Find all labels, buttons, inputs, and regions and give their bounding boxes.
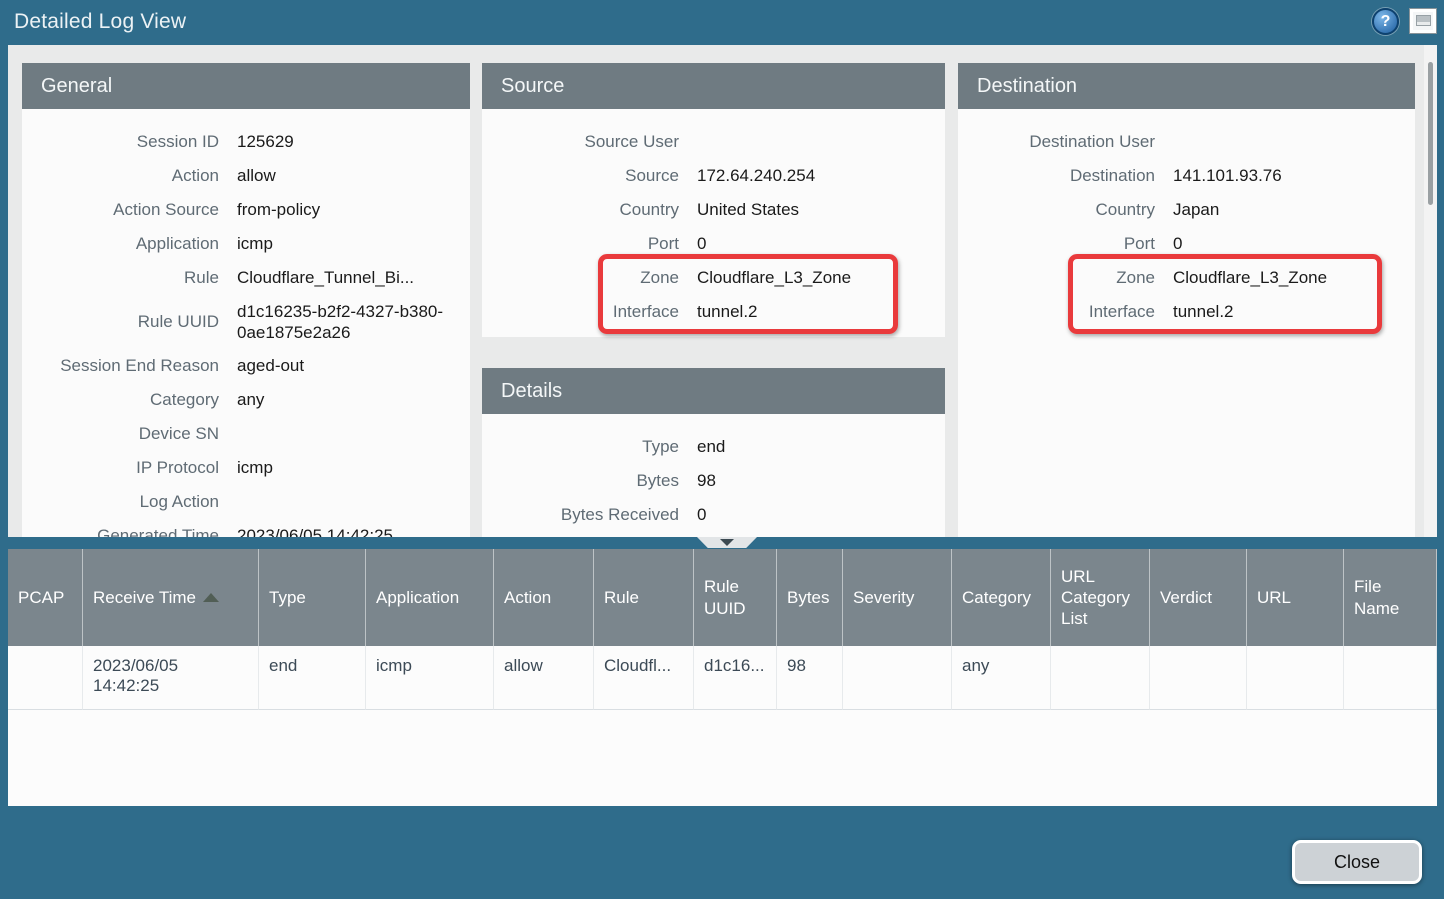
page-title: Detailed Log View xyxy=(14,10,186,34)
column-header-pcap[interactable]: PCAP xyxy=(8,549,83,646)
field-destination-country: CountryJapan xyxy=(958,193,1415,227)
details-panel: Details Typeend Bytes98 Bytes Received0 xyxy=(482,368,945,537)
cell-type: end xyxy=(259,646,366,710)
cell-file-name xyxy=(1344,646,1437,710)
cell-url-category-list xyxy=(1051,646,1150,710)
column-header-url-category-list[interactable]: URL Category List xyxy=(1051,549,1150,646)
cell-rule: Cloudfl... xyxy=(594,646,694,710)
destination-panel-header: Destination xyxy=(958,63,1415,109)
field-type: Typeend xyxy=(482,430,945,464)
field-rule-uuid: Rule UUIDd1c16235-b2f2-4327-b380-0ae1875… xyxy=(22,295,470,349)
column-header-verdict[interactable]: Verdict xyxy=(1150,549,1247,646)
general-panel: General Session ID125629 Actionallow Act… xyxy=(22,63,470,537)
detailed-log-view-dialog: Detailed Log View ? General Session ID12… xyxy=(0,0,1444,899)
field-session-id: Session ID125629 xyxy=(22,125,470,159)
field-application: Applicationicmp xyxy=(22,227,470,261)
log-detail-section: General Session ID125629 Actionallow Act… xyxy=(8,45,1437,537)
field-source-interface: Interfacetunnel.2 xyxy=(482,295,945,329)
details-panel-body: Typeend Bytes98 Bytes Received0 xyxy=(482,414,945,532)
field-source: Source172.64.240.254 xyxy=(482,159,945,193)
table-row[interactable]: 2023/06/05 14:42:25 end icmp allow Cloud… xyxy=(8,646,1437,710)
cell-url xyxy=(1247,646,1344,710)
title-bar: Detailed Log View ? xyxy=(0,0,1444,45)
window-icon-glyph xyxy=(1416,15,1431,26)
column-header-category[interactable]: Category xyxy=(952,549,1051,646)
column-header-file-name[interactable]: File Name xyxy=(1344,549,1437,646)
field-action-source: Action Sourcefrom-policy xyxy=(22,193,470,227)
field-log-action: Log Action xyxy=(22,485,470,519)
field-rule: RuleCloudflare_Tunnel_Bi... xyxy=(22,261,470,295)
general-panel-header: General xyxy=(22,63,470,109)
column-header-rule-uuid[interactable]: Rule UUID xyxy=(694,549,777,646)
column-header-severity[interactable]: Severity xyxy=(843,549,952,646)
field-destination-port: Port0 xyxy=(958,227,1415,261)
log-table: PCAP Receive Time Type Application Actio… xyxy=(8,549,1437,806)
help-icon[interactable]: ? xyxy=(1372,8,1399,35)
close-button[interactable]: Close xyxy=(1292,840,1422,884)
cell-rule-uuid: d1c16... xyxy=(694,646,777,710)
source-panel-header: Source xyxy=(482,63,945,109)
field-source-country: CountryUnited States xyxy=(482,193,945,227)
collapse-handle[interactable] xyxy=(697,537,757,548)
cell-verdict xyxy=(1150,646,1247,710)
column-header-rule[interactable]: Rule xyxy=(594,549,694,646)
field-destination-user: Destination User xyxy=(958,125,1415,159)
column-header-type[interactable]: Type xyxy=(259,549,366,646)
cell-application: icmp xyxy=(366,646,494,710)
log-table-header: PCAP Receive Time Type Application Actio… xyxy=(8,549,1437,646)
window-icon[interactable] xyxy=(1409,8,1437,34)
field-category: Categoryany xyxy=(22,383,470,417)
general-panel-body: Session ID125629 Actionallow Action Sour… xyxy=(22,109,470,537)
cell-receive-time: 2023/06/05 14:42:25 xyxy=(83,646,259,710)
details-panel-header: Details xyxy=(482,368,945,414)
source-panel: Source Source User Source172.64.240.254 … xyxy=(482,63,945,337)
cell-action: allow xyxy=(494,646,594,710)
column-header-bytes[interactable]: Bytes xyxy=(777,549,843,646)
field-bytes: Bytes98 xyxy=(482,464,945,498)
field-action: Actionallow xyxy=(22,159,470,193)
cell-bytes: 98 xyxy=(777,646,843,710)
chevron-down-icon xyxy=(720,539,734,546)
field-destination-interface: Interfacetunnel.2 xyxy=(958,295,1415,329)
field-source-zone: ZoneCloudflare_L3_Zone xyxy=(482,261,945,295)
destination-panel: Destination Destination User Destination… xyxy=(958,63,1415,537)
field-destination-zone: ZoneCloudflare_L3_Zone xyxy=(958,261,1415,295)
destination-panel-body: Destination User Destination141.101.93.7… xyxy=(958,109,1415,329)
cell-pcap xyxy=(8,646,83,710)
field-destination: Destination141.101.93.76 xyxy=(958,159,1415,193)
field-bytes-received: Bytes Received0 xyxy=(482,498,945,532)
column-header-action[interactable]: Action xyxy=(494,549,594,646)
field-session-end-reason: Session End Reasonaged-out xyxy=(22,349,470,383)
sort-ascending-icon xyxy=(203,593,219,602)
cell-severity xyxy=(843,646,952,710)
field-device-sn: Device SN xyxy=(22,417,470,451)
cell-category: any xyxy=(952,646,1051,710)
vertical-scrollbar-thumb[interactable] xyxy=(1428,62,1433,205)
source-panel-body: Source User Source172.64.240.254 Country… xyxy=(482,109,945,329)
field-ip-protocol: IP Protocolicmp xyxy=(22,451,470,485)
column-header-receive-time[interactable]: Receive Time xyxy=(83,549,259,646)
field-source-port: Port0 xyxy=(482,227,945,261)
field-source-user: Source User xyxy=(482,125,945,159)
vertical-scrollbar-track[interactable] xyxy=(1424,45,1437,537)
column-header-application[interactable]: Application xyxy=(366,549,494,646)
column-header-url[interactable]: URL xyxy=(1247,549,1344,646)
field-generated-time: Generated Time2023/06/05 14:42:25 xyxy=(22,519,470,537)
